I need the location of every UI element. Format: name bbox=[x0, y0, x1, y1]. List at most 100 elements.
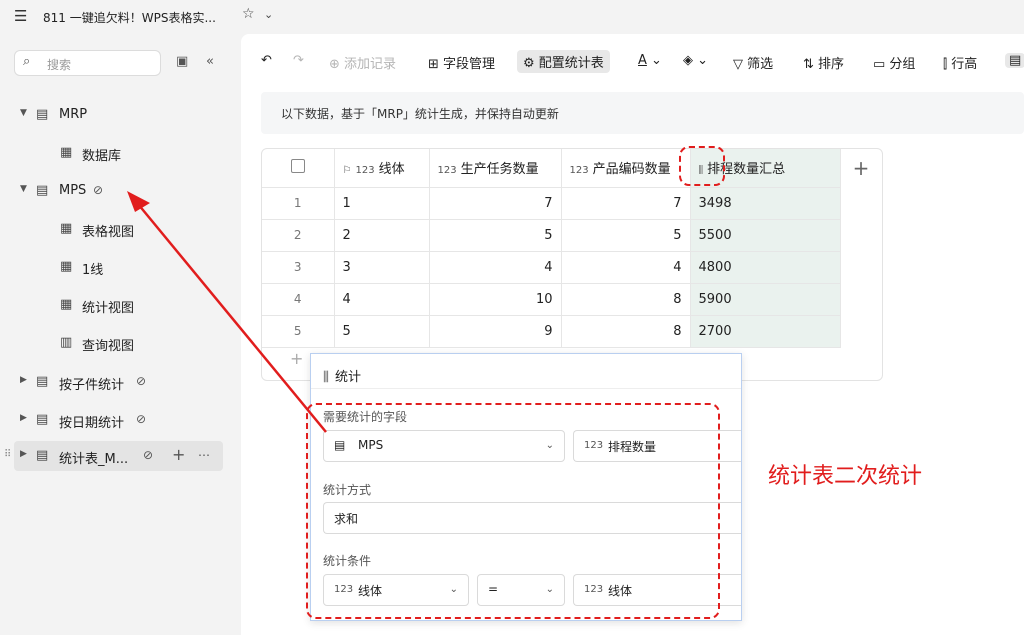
expand-arrow-icon[interactable]: ▼ bbox=[20, 108, 27, 118]
column-header-line[interactable]: ⚐ 123 线体 bbox=[334, 149, 430, 188]
sidebar-item-line1[interactable]: ▦ 1线 bbox=[0, 252, 224, 282]
undo-icon[interactable]: ↶ bbox=[261, 53, 272, 68]
cell-codes[interactable]: 7 bbox=[561, 187, 691, 220]
drag-handle-icon[interactable]: ⠿ bbox=[4, 449, 11, 460]
row-index: 4 bbox=[262, 283, 335, 316]
cell-tasks[interactable]: 10 bbox=[429, 283, 562, 316]
group-button[interactable]: ▭ 分组 bbox=[873, 53, 915, 72]
search-icon: ⌕ bbox=[23, 54, 31, 69]
field-management-button[interactable]: ⊞ 字段管理 bbox=[428, 53, 495, 72]
cell-codes[interactable]: 8 bbox=[561, 315, 691, 348]
panel-header: ⫼ 统计 bbox=[323, 366, 361, 390]
cell-tasks[interactable]: 7 bbox=[429, 187, 562, 220]
expand-arrow-icon[interactable]: ▶ bbox=[20, 413, 27, 423]
column-header-label: 线体 bbox=[378, 162, 405, 178]
redo-icon[interactable]: ↷ bbox=[293, 53, 304, 68]
cell-codes[interactable]: 5 bbox=[561, 219, 691, 252]
add-column-button[interactable]: + bbox=[840, 149, 882, 187]
annotation-highlight-panel bbox=[306, 403, 720, 619]
filter-button[interactable]: ▽ 筛选 bbox=[733, 53, 773, 72]
sidebar-item-stats-view[interactable]: ▦ 统计视图 bbox=[0, 290, 224, 320]
menu-icon[interactable]: ☰ bbox=[14, 7, 27, 25]
cell-tasks[interactable]: 4 bbox=[429, 251, 562, 284]
cell-sum[interactable]: 5500 bbox=[690, 219, 841, 252]
grid-icon: ▦ bbox=[60, 145, 73, 160]
row-height-label: 行高 bbox=[951, 57, 978, 72]
expand-arrow-icon[interactable]: ▶ bbox=[20, 449, 27, 459]
sidebar-item-stats-table[interactable]: ⠿ ▶ ▤ 统计表_M... ⊘ + ⋯ bbox=[4, 441, 223, 471]
toolbar: ↶ ↷ ⊕ 添加记录 ⊞ 字段管理 ⚙ 配置统计表 A ⌄ ◈ ⌄ ▽ 筛选 ⇅… bbox=[241, 48, 1024, 78]
sidebar-item-label: 查询视图 bbox=[82, 339, 135, 354]
cell-sum[interactable]: 3498 bbox=[690, 187, 841, 220]
data-grid: ⚐ 123 线体 123 生产任务数量 123 产品编码数量 ⫼ 排程数量汇总 1 1 7… bbox=[261, 148, 883, 381]
cell-codes[interactable]: 4 bbox=[561, 251, 691, 284]
more-icon[interactable]: ⋯ bbox=[198, 448, 210, 462]
sidebar-item-label: 表格视图 bbox=[82, 225, 135, 240]
sidebar-item-by-date[interactable]: ▶ ▤ 按日期统计 ⊘ bbox=[0, 405, 224, 435]
star-icon[interactable]: ☆ bbox=[242, 6, 255, 22]
sidebar-item-label: MPS bbox=[59, 183, 87, 198]
title-bar: ☰ 811 一键追欠料！WPS表格实... ☆ ⌄ bbox=[0, 0, 1024, 34]
cell-line[interactable]: 5 bbox=[334, 315, 430, 348]
document-title: 811 一键追欠料！WPS表格实... bbox=[43, 11, 216, 25]
collapse-panel-icon[interactable]: ▣ bbox=[176, 54, 188, 69]
sync-check-icon: ⊘ bbox=[136, 374, 147, 388]
cell-tasks[interactable]: 5 bbox=[429, 219, 562, 252]
table-header-row: ⚐ 123 线体 123 生产任务数量 123 产品编码数量 ⫼ 排程数量汇总 bbox=[262, 149, 841, 188]
grid-icon: ▦ bbox=[60, 221, 73, 236]
sort-button[interactable]: ⇅ 排序 bbox=[803, 53, 844, 72]
cell-sum[interactable]: 2700 bbox=[690, 315, 841, 348]
fill-color-button[interactable]: ◈ ⌄ bbox=[683, 53, 708, 68]
search-placeholder: 搜索 bbox=[47, 58, 72, 72]
sidebar-item-table-view[interactable]: ▦ 表格视图 bbox=[0, 214, 224, 244]
config-stats-label: 配置统计表 bbox=[538, 56, 604, 71]
sidebar-item-mrp[interactable]: ▼ ▤ MRP bbox=[0, 100, 224, 130]
sync-check-icon: ⊘ bbox=[143, 448, 154, 462]
sidebar-item-by-component[interactable]: ▶ ▤ 按子件统计 ⊘ bbox=[0, 367, 224, 397]
cell-tasks[interactable]: 9 bbox=[429, 315, 562, 348]
sidebar-item-label: 统计视图 bbox=[82, 301, 135, 316]
sheet-icon: ▤ bbox=[36, 107, 49, 122]
add-row-button[interactable]: + bbox=[290, 349, 303, 368]
number-type-icon: 123 bbox=[355, 165, 375, 177]
cell-sum[interactable]: 5900 bbox=[690, 283, 841, 316]
sidebar-item-label: MRP bbox=[59, 107, 88, 122]
search-input[interactable]: ⌕ 搜索 bbox=[14, 50, 161, 76]
grid-icon: ▦ bbox=[60, 259, 73, 274]
table-row[interactable]: 2 2 5 5 5500 bbox=[262, 219, 841, 252]
expand-arrow-icon[interactable]: ▼ bbox=[20, 184, 27, 194]
more-tools-icon[interactable]: ▤ bbox=[1005, 53, 1024, 68]
text-color-icon: A bbox=[638, 53, 647, 68]
config-stats-button[interactable]: ⚙ 配置统计表 bbox=[517, 50, 610, 73]
add-record-button[interactable]: ⊕ 添加记录 bbox=[329, 53, 396, 72]
sidebar-item-query-view[interactable]: ▥ 查询视图 bbox=[0, 328, 224, 358]
add-icon[interactable]: + bbox=[172, 445, 185, 464]
select-all-checkbox[interactable] bbox=[262, 149, 335, 188]
cell-line[interactable]: 1 bbox=[334, 187, 430, 220]
cell-codes[interactable]: 8 bbox=[561, 283, 691, 316]
table-row[interactable]: 1 1 7 7 3498 bbox=[262, 187, 841, 220]
table-row[interactable]: 5 5 9 8 2700 bbox=[262, 315, 841, 348]
row-index: 1 bbox=[262, 187, 335, 220]
table-row[interactable]: 3 3 4 4 4800 bbox=[262, 251, 841, 284]
table-row[interactable]: 4 4 10 8 5900 bbox=[262, 283, 841, 316]
double-chevron-left-icon[interactable]: « bbox=[206, 54, 214, 69]
sheet-icon: ▤ bbox=[36, 448, 49, 463]
row-height-button[interactable]: ⫿ 行高 bbox=[943, 53, 977, 72]
column-header-codes[interactable]: 123 产品编码数量 bbox=[561, 149, 691, 188]
annotation-highlight-header bbox=[679, 146, 725, 186]
text-color-button[interactable]: A ⌄ bbox=[638, 53, 662, 68]
sidebar-item-mps[interactable]: ▼ ▤ MPS ⊘ bbox=[0, 176, 224, 206]
expand-arrow-icon[interactable]: ▶ bbox=[20, 375, 27, 385]
add-circle-icon: ⊕ bbox=[329, 57, 345, 72]
cell-line[interactable]: 4 bbox=[334, 283, 430, 316]
sync-check-icon: ⊘ bbox=[136, 412, 147, 426]
cell-line[interactable]: 3 bbox=[334, 251, 430, 284]
chevron-down-icon[interactable]: ⌄ bbox=[264, 8, 273, 21]
column-header-tasks[interactable]: 123 生产任务数量 bbox=[429, 149, 562, 188]
number-type-icon: 123 bbox=[437, 165, 457, 177]
cell-sum[interactable]: 4800 bbox=[690, 251, 841, 284]
sidebar-item-database[interactable]: ▦ 数据库 bbox=[0, 138, 224, 168]
fields-grid-icon: ⊞ bbox=[428, 57, 444, 72]
cell-line[interactable]: 2 bbox=[334, 219, 430, 252]
